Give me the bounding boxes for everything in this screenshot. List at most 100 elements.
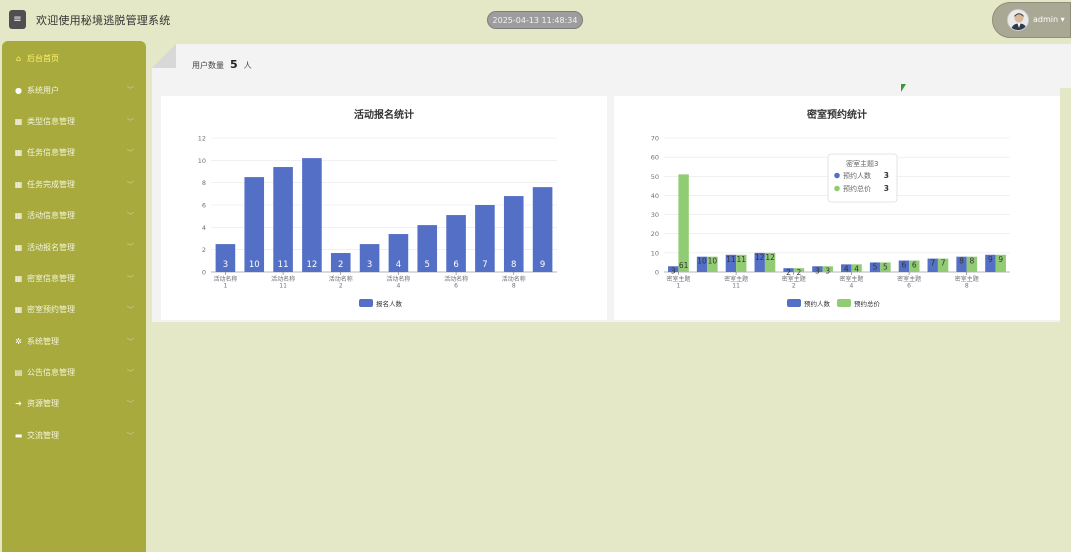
x-tick-label: 1 xyxy=(224,283,228,290)
grid-icon: ▦ xyxy=(14,148,23,158)
user-icon: ● xyxy=(15,85,22,95)
chat-icon: ▬ xyxy=(14,430,23,440)
data-label: 10 xyxy=(697,257,707,266)
legend-label: 报名人数 xyxy=(376,299,403,308)
data-label: 12 xyxy=(755,253,765,262)
gear-icon: ✲ xyxy=(15,336,22,346)
y-tick-label: 2 xyxy=(202,246,206,254)
tooltip-title: 密室主题3 xyxy=(846,159,878,168)
data-label: 2 xyxy=(338,260,343,270)
room-booking-chart: 密室预约统计 0 10 20 30 40 50 60 70 3 10 11 12 2 3 4 5 6 7 8 9 61 1… xyxy=(614,96,1060,320)
data-label: 10 xyxy=(708,257,718,266)
data-label: 11 xyxy=(278,260,289,270)
sidebar-item[interactable]: ▬ 交流管理 ﹀ xyxy=(2,420,146,451)
sidebar-item[interactable]: ▦ 活动信息管理 ﹀ xyxy=(2,200,146,231)
data-label: 8 xyxy=(959,257,964,266)
data-label: 7 xyxy=(482,260,487,270)
legend-swatch xyxy=(787,299,801,307)
chevron-down-icon: ﹀ xyxy=(127,86,134,95)
home-icon: ⌂ xyxy=(15,54,22,64)
grid-icon: ▦ xyxy=(14,179,23,189)
legend-label: 预约总价 xyxy=(854,299,881,308)
data-label: 5 xyxy=(873,262,878,271)
sidebar-item[interactable]: ▦ 密室信息管理 ﹀ xyxy=(2,263,146,294)
sidebar-item-label: 系统用户 xyxy=(27,85,59,95)
mouse-cursor-icon xyxy=(901,84,906,92)
fold-corner xyxy=(152,44,176,68)
data-label: 9 xyxy=(540,260,545,270)
sidebar-item-label: 资源管理 xyxy=(27,399,59,409)
grid-icon: ▦ xyxy=(14,242,23,252)
y-tick-label: 8 xyxy=(202,179,206,187)
data-label: 6 xyxy=(912,261,917,270)
y-tick-label: 40 xyxy=(651,192,659,200)
sidebar-item[interactable]: ▦ 活动报名管理 ﹀ xyxy=(2,231,146,262)
chevron-down-icon: ﹀ xyxy=(127,431,134,440)
user-menu[interactable]: admin ▾ xyxy=(992,2,1071,38)
sidebar-item[interactable]: ✲ 系统管理 ﹀ xyxy=(2,326,146,357)
data-label: 3 xyxy=(815,266,820,275)
chart-svg: 010203040506070310 11 122 3 4 5 6 7 8 961 10 11 122 3… xyxy=(651,135,1010,308)
sidebar-item-label: 系统管理 xyxy=(27,336,59,346)
y-tick-label: 70 xyxy=(651,135,659,143)
y-tick-label: 20 xyxy=(651,230,659,238)
sidebar-item[interactable]: ▦ 类型信息管理 ﹀ xyxy=(2,106,146,137)
x-tick-label: 2 xyxy=(339,283,343,290)
data-label: 10 xyxy=(249,260,260,270)
x-tick-label: 8 xyxy=(512,283,516,290)
grid-icon: ▦ xyxy=(14,305,23,315)
data-label: 11 xyxy=(736,255,746,264)
chevron-down-icon: ﹀ xyxy=(127,180,134,189)
y-tick-label: 10 xyxy=(198,157,206,165)
y-tick-label: 0 xyxy=(655,269,659,277)
data-label: 5 xyxy=(883,262,888,271)
sidebar-item[interactable]: ● 系统用户 ﹀ xyxy=(2,74,146,105)
sidebar-item[interactable]: ➜ 资源管理 ﹀ xyxy=(2,388,146,419)
chevron-down-icon: ﹀ xyxy=(127,306,134,315)
sidebar-item[interactable]: ▤ 公告信息管理 ﹀ xyxy=(2,357,146,388)
x-tick-label: 11 xyxy=(279,283,287,290)
chevron-down-icon: ﹀ xyxy=(127,274,134,283)
sidebar-item[interactable]: ▦ 任务信息管理 ﹀ xyxy=(2,137,146,168)
sidebar-item-label: 活动报名管理 xyxy=(27,242,75,252)
sidebar: ⌂ 后台首页 ● 系统用户 ﹀ ▦ 类型信息管理 ﹀ ▦ 任务信息管理 ﹀ ▦ 任务完成管理 ﹀ ▦ 活动信息… xyxy=(2,41,146,552)
data-label: 6 xyxy=(453,260,458,270)
user-count-label: 用户数量 xyxy=(192,61,224,70)
data-label: 3 xyxy=(367,260,372,270)
data-label: 12 xyxy=(765,253,775,262)
sidebar-item[interactable]: ⌂ 后台首页 xyxy=(2,43,146,74)
chevron-down-icon: ﹀ xyxy=(127,117,134,126)
tooltip-label: 预约总价 xyxy=(843,184,871,193)
y-tick-label: 0 xyxy=(202,269,206,277)
grid-icon: ▦ xyxy=(14,211,23,221)
tooltip-marker xyxy=(834,172,840,179)
sidebar-item-label: 活动信息管理 xyxy=(27,211,75,221)
sidebar-item[interactable]: ▦ 密室预约管理 ﹀ xyxy=(2,294,146,325)
caret-down-icon[interactable]: ▾ xyxy=(1058,15,1065,24)
data-label: 4 xyxy=(396,260,401,270)
x-tick-label: 2 xyxy=(792,283,796,290)
sidebar-item-label: 任务信息管理 xyxy=(27,148,75,158)
x-tick-label: 8 xyxy=(965,283,969,290)
chevron-down-icon: ﹀ xyxy=(127,149,134,158)
bar xyxy=(273,167,293,272)
tooltip-value: 3 xyxy=(884,171,889,180)
username[interactable]: admin ▾ xyxy=(1033,15,1065,24)
document-icon: ▤ xyxy=(14,368,23,378)
data-label: 4 xyxy=(854,264,859,273)
user-count-summary: 用户数量 5 人 xyxy=(192,58,252,71)
hamburger-icon[interactable]: ≡ xyxy=(9,10,26,29)
data-label: 3 xyxy=(223,260,228,270)
sidebar-item-label: 类型信息管理 xyxy=(27,116,75,126)
user-count-value: 5 xyxy=(230,58,238,71)
data-label: 8 xyxy=(970,257,975,266)
data-label: 61 xyxy=(679,261,689,270)
bar xyxy=(678,174,689,272)
app-title: 欢迎使用秘境逃脱管理系统 xyxy=(36,14,171,27)
data-label: 8 xyxy=(511,260,516,270)
avatar[interactable] xyxy=(1007,9,1029,31)
x-tick-label: 4 xyxy=(850,283,854,290)
chevron-down-icon: ﹀ xyxy=(127,337,134,346)
chevron-down-icon: ﹀ xyxy=(127,400,134,409)
sidebar-item[interactable]: ▦ 任务完成管理 ﹀ xyxy=(2,169,146,200)
